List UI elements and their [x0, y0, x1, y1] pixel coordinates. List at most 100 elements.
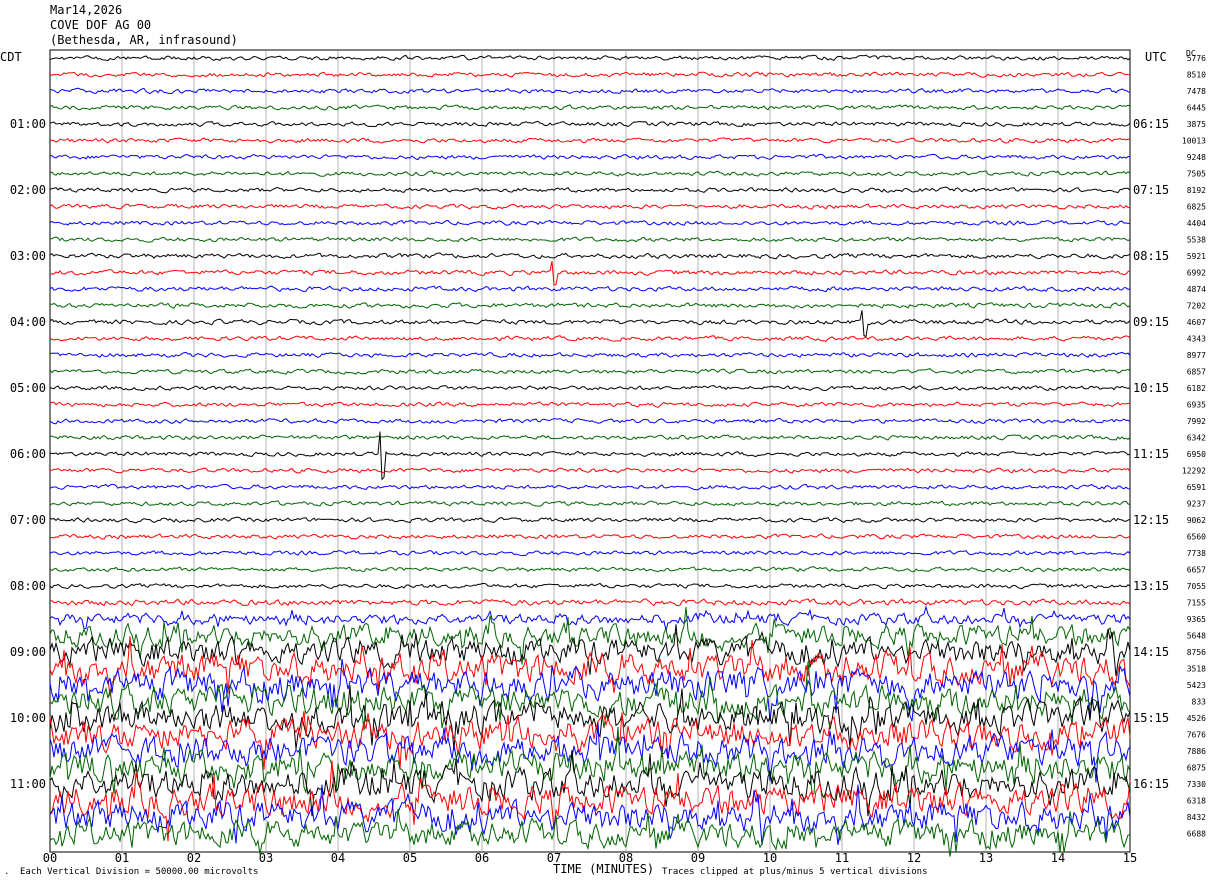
x-tick-label: 13: [979, 851, 993, 865]
seismic-trace: [49, 401, 1131, 408]
dc-offset-label: 833: [1192, 698, 1207, 707]
dc-offset-label: 5776: [1187, 54, 1206, 63]
seismic-trace: [49, 351, 1131, 358]
left-hour-label: 07:00: [10, 513, 46, 527]
seismic-trace: [49, 533, 1131, 540]
dc-offset-label: 6182: [1187, 384, 1206, 393]
dc-offset-label: 9237: [1187, 500, 1206, 509]
dc-offset-label: 6825: [1187, 203, 1206, 212]
x-tick-label: 05: [403, 851, 417, 865]
dc-offset-label: 9365: [1187, 615, 1206, 624]
dc-offset-label: 6688: [1187, 830, 1206, 839]
dc-offset-label: 8192: [1187, 186, 1206, 195]
dc-offset-label: 4343: [1187, 335, 1206, 344]
dc-offset-label: 6935: [1187, 401, 1206, 410]
right-hour-label: 11:15: [1133, 447, 1169, 461]
seismic-trace: [49, 685, 1131, 750]
seismic-trace: [49, 302, 1131, 309]
left-hour-label: 11:00: [10, 777, 46, 791]
dc-offset-label: 5538: [1187, 236, 1206, 245]
dc-offset-label: 4526: [1187, 714, 1206, 723]
dc-offset-label: 7676: [1187, 731, 1206, 740]
footer-mark: .: [4, 867, 10, 877]
dc-offset-label: 10013: [1182, 137, 1206, 146]
x-tick-label: 00: [43, 851, 57, 865]
dc-offset-label: 6318: [1187, 797, 1206, 806]
dc-offset-label: 3875: [1187, 120, 1206, 129]
left-hour-label: 06:00: [10, 447, 46, 461]
right-hour-label: 13:15: [1133, 579, 1169, 593]
seismic-trace: [49, 722, 1131, 783]
seismic-trace: [49, 516, 1131, 524]
seismic-trace: [49, 636, 1131, 697]
right-hour-label: 09:15: [1133, 315, 1169, 329]
right-hour-label: 12:15: [1133, 513, 1169, 527]
x-tick-label: 10: [763, 851, 777, 865]
dc-offset-label: 9248: [1187, 153, 1206, 162]
seismic-trace: [49, 417, 1131, 425]
seismic-trace: [49, 760, 1131, 842]
right-hour-label: 06:15: [1133, 117, 1169, 131]
seismic-trace: [49, 87, 1131, 95]
dc-offset-label: 5648: [1187, 632, 1206, 641]
x-tick-label: 03: [259, 851, 273, 865]
seismic-trace: [49, 104, 1131, 111]
dc-offset-label: 6591: [1187, 483, 1206, 492]
dc-offset-label: 8510: [1187, 71, 1206, 80]
x-tick-label: 15: [1123, 851, 1137, 865]
seismic-trace: [49, 252, 1131, 260]
seismic-trace: [49, 120, 1131, 128]
dc-offset-label: 7155: [1187, 599, 1206, 608]
seismogram-plot: 00 01 02 03 04 05 06 07 08 09 10 11 12 13 14 1501:0002:…: [10, 49, 1207, 865]
clip-note: Traces clipped at plus/minus 5 vertical …: [662, 867, 928, 877]
seismic-trace: [49, 170, 1131, 177]
x-tick-label: 12: [907, 851, 921, 865]
right-hour-label: 07:15: [1133, 183, 1169, 197]
seismic-trace: [49, 236, 1131, 243]
x-axis-title: TIME (MINUTES): [553, 862, 655, 876]
right-hour-label: 16:15: [1133, 777, 1169, 791]
dc-offset-label: 7505: [1187, 170, 1206, 179]
dc-offset-label: 3518: [1187, 665, 1206, 674]
dc-offset-label: 6950: [1187, 450, 1206, 459]
seismic-trace: [49, 582, 1131, 590]
x-tick-label: 01: [115, 851, 129, 865]
dc-offset-label: 7330: [1187, 780, 1206, 789]
seismic-trace: [49, 71, 1131, 78]
dc-offset-label: 7992: [1187, 417, 1206, 426]
seismic-trace: [49, 598, 1131, 607]
right-hour-label: 14:15: [1133, 645, 1169, 659]
dc-offset-label: 8432: [1187, 813, 1206, 822]
seismic-trace: [49, 385, 1131, 392]
dc-offset-label: 6992: [1187, 269, 1206, 278]
seismic-trace: [49, 203, 1131, 210]
seismic-trace: [49, 335, 1131, 342]
seismic-trace: [49, 153, 1130, 161]
left-hour-label: 04:00: [10, 315, 46, 329]
x-tick-label: 04: [331, 851, 345, 865]
seismic-trace: [49, 219, 1131, 226]
dc-offset-label: 6657: [1187, 566, 1206, 575]
seismic-trace: [49, 260, 1131, 286]
dc-offset-label: 6875: [1187, 764, 1206, 773]
left-hour-label: 05:00: [10, 381, 46, 395]
x-tick-label: 02: [187, 851, 201, 865]
left-hour-label: 01:00: [10, 117, 46, 131]
dc-offset-label: 9062: [1187, 516, 1206, 525]
dc-offset-label: 12292: [1182, 467, 1206, 476]
vertical-division-note: Each Vertical Division = 50000.00 microv…: [20, 867, 259, 877]
seismic-trace: [49, 137, 1131, 144]
dc-offset-label: 7886: [1187, 747, 1206, 756]
x-tick-label: 11: [835, 851, 849, 865]
seismic-trace: [49, 368, 1131, 375]
right-hour-label: 10:15: [1133, 381, 1169, 395]
dc-offset-label: 8977: [1187, 351, 1206, 360]
left-hour-label: 08:00: [10, 579, 46, 593]
dc-offset-label: 4607: [1187, 318, 1206, 327]
seismic-trace: [49, 54, 1131, 62]
right-hour-label: 08:15: [1133, 249, 1169, 263]
left-hour-label: 03:00: [10, 249, 46, 263]
dc-offset-label: 6857: [1187, 368, 1206, 377]
dc-offset-label: 4404: [1187, 219, 1206, 228]
seismic-trace: [49, 285, 1131, 293]
